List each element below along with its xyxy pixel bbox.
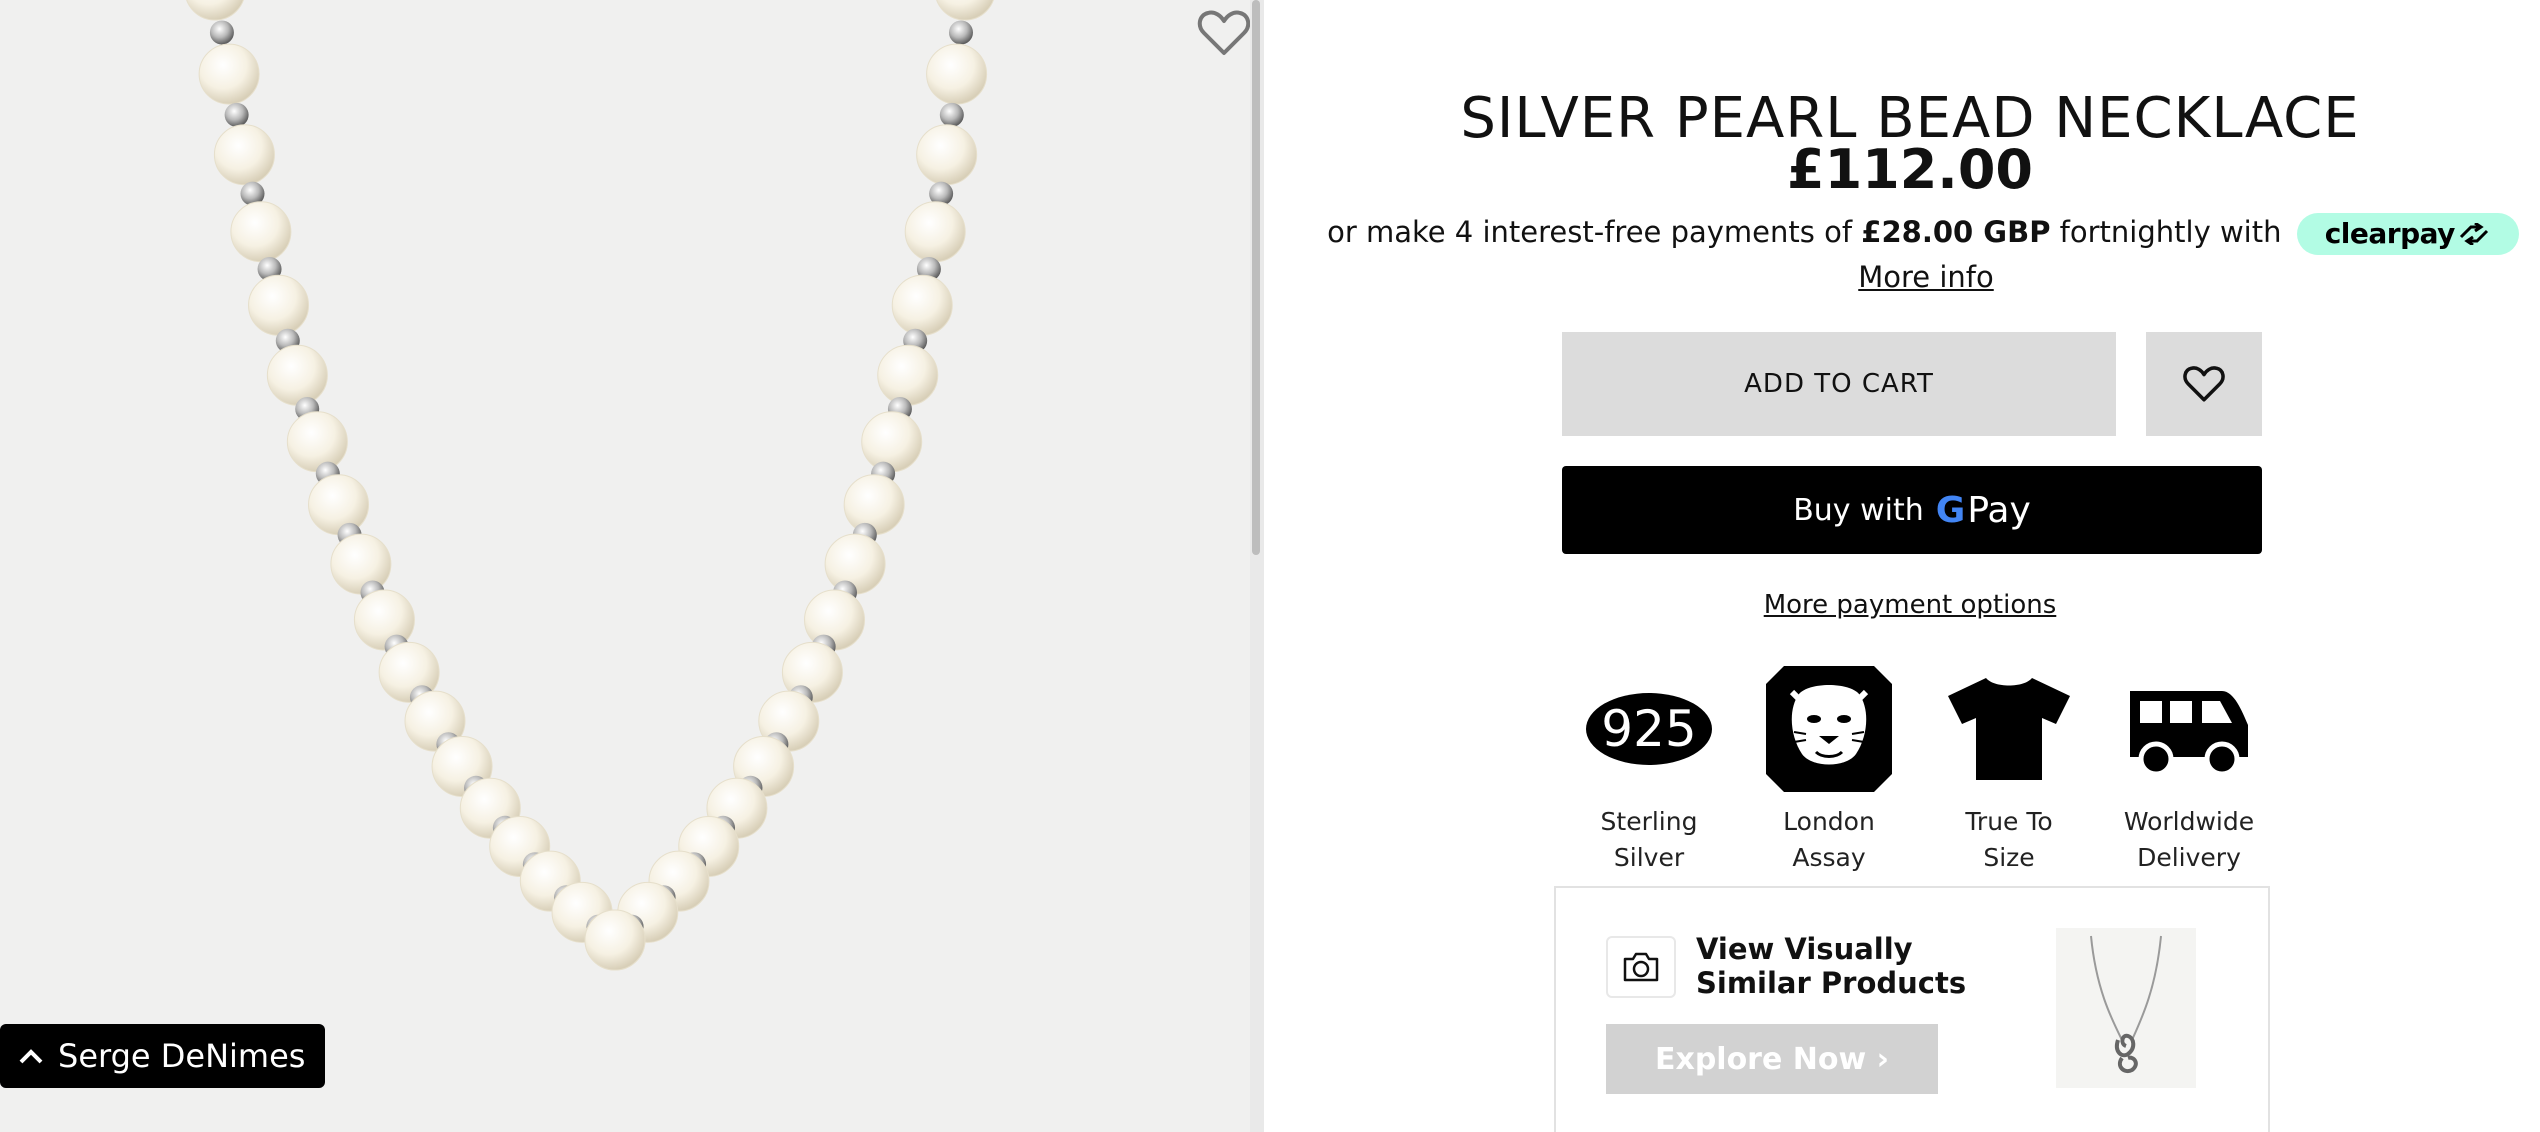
brand-chip[interactable]: Serge DeNimes: [0, 1024, 326, 1088]
installments-prefix: or make 4 interest-free payments of: [1327, 215, 1862, 249]
google-pay-button[interactable]: Buy with G Pay: [1562, 466, 2262, 554]
pearl-bead: [198, 43, 260, 105]
visual-search-title: View Visually Similar Products: [1696, 932, 1966, 1000]
pearl-bead: [891, 274, 953, 336]
feature-label-line2: Silver: [1613, 843, 1685, 872]
pearl-bead: [877, 344, 939, 406]
pearl-bead: [916, 124, 978, 186]
visual-search-title-line1: View Visually: [1696, 932, 1913, 966]
pearl-bead: [213, 124, 275, 186]
pearl-bead: [248, 274, 310, 336]
heart-icon: [2183, 366, 2225, 402]
feature-true-to-size: True To Size: [1934, 664, 2084, 876]
pearl-bead: [266, 344, 328, 406]
pearl-bead: [230, 201, 292, 263]
silver-bead: [209, 20, 234, 45]
silver-bead: [939, 102, 964, 127]
more-payment-options-link[interactable]: More payment options: [1264, 590, 2540, 620]
google-g-letter: G: [1935, 489, 1966, 531]
explore-now-button[interactable]: Explore Now ›: [1606, 1024, 1938, 1094]
google-g-icon: G Pay: [1936, 490, 2031, 531]
wishlist-heart-icon[interactable]: [1196, 8, 1250, 58]
feature-badges: 925 Sterling Silver London Assay True To…: [1574, 664, 2264, 876]
feature-label-line1: True To: [1965, 807, 2053, 836]
feature-label-line2: Assay: [1792, 843, 1866, 872]
silver-bead: [224, 102, 249, 127]
necklace-photo: [186, 0, 994, 971]
clearpay-arrows-icon: [2459, 223, 2488, 245]
product-price: £112.00: [1787, 138, 2033, 201]
similar-product-thumbnail[interactable]: [2056, 928, 2196, 1088]
pearl-bead: [926, 43, 988, 105]
scrollbar-thumb[interactable]: [1252, 0, 1260, 555]
pearl-bead: [843, 474, 905, 536]
clearpay-logo[interactable]: clearpay: [2296, 213, 2519, 255]
feature-london-assay: London Assay: [1754, 664, 1904, 876]
clearpay-logo-text: clearpay: [2324, 217, 2456, 250]
product-details: SILVER PEARL BEAD NECKLACE £112.00 or ma…: [1264, 0, 2540, 1132]
feature-label-line2: Size: [1983, 843, 2035, 872]
tshirt-icon: [1944, 664, 2074, 794]
delivery-van-icon: [2124, 664, 2254, 794]
more-info-link[interactable]: More info: [1858, 260, 1994, 294]
camera-icon: [1606, 936, 1676, 998]
gpay-prefix: Buy with: [1793, 492, 1924, 528]
pearl-bead: [286, 411, 348, 473]
chevron-up-icon: [19, 1049, 43, 1064]
installments-suffix: fortnightly with: [2050, 215, 2291, 249]
add-to-wishlist-button[interactable]: [2146, 332, 2262, 436]
visual-search-card: View Visually Similar Products Explore N…: [1554, 886, 2270, 1132]
product-image[interactable]: Serge DeNimes: [0, 0, 1250, 1132]
sterling-925-icon: 925: [1584, 664, 1714, 794]
installment-amount: £28.00 GBP: [1861, 215, 2051, 249]
brand-name: Serge DeNimes: [58, 1037, 306, 1075]
sterling-925-text: 925: [1601, 700, 1696, 758]
lion-head-icon: [1764, 664, 1894, 794]
pearl-bead: [861, 411, 923, 473]
add-to-cart-button[interactable]: ADD TO CART: [1562, 332, 2116, 436]
pearl-bead: [186, 0, 244, 21]
feature-label-line1: London: [1783, 807, 1875, 836]
pearl-bead: [584, 909, 646, 971]
feature-sterling-silver: 925 Sterling Silver: [1574, 664, 1724, 876]
pearl-bead: [904, 201, 966, 263]
pearl-bead: [308, 474, 370, 536]
pearl-bead: [936, 0, 994, 21]
silver-bead: [948, 20, 973, 45]
pearl-bead: [824, 533, 886, 595]
feature-label-line1: Worldwide: [2123, 807, 2255, 836]
visual-search-title-line2: Similar Products: [1696, 966, 1967, 1000]
feature-label-line1: Sterling: [1600, 807, 1698, 836]
scrollbar[interactable]: [1250, 0, 1264, 1132]
feature-worldwide-delivery: Worldwide Delivery: [2114, 664, 2264, 876]
gpay-pay-text: Pay: [1967, 489, 2031, 531]
feature-label-line2: Delivery: [2137, 843, 2241, 872]
clearpay-installments: or make 4 interest-free payments of £28.…: [1308, 210, 2540, 299]
